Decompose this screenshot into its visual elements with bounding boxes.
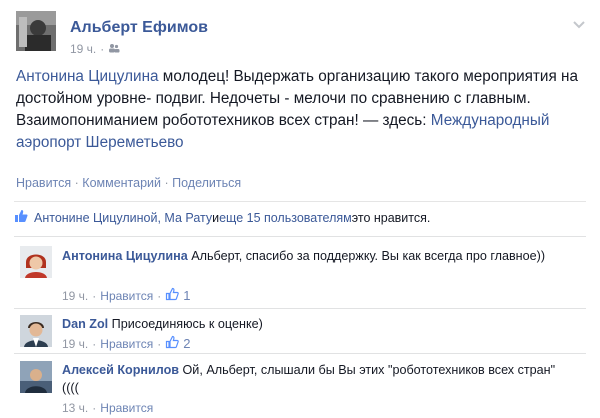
likes-summary: Антонине Цицулиной, Ма Рату и еще 15 пол… [14, 201, 586, 233]
comment-author[interactable]: Dan Zol [62, 317, 108, 331]
likes-and: и [212, 210, 220, 225]
comment-like-count[interactable]: 1 [183, 288, 190, 303]
comment-time[interactable]: 13 ч. [62, 401, 88, 415]
author-avatar[interactable] [16, 11, 56, 51]
separator: · [92, 336, 97, 351]
comment-time[interactable]: 19 ч. [62, 289, 88, 303]
post-meta: 19 ч. · [70, 42, 120, 56]
post-actions: Нравится · Комментарий · Поделиться [16, 176, 241, 190]
comment-like-button[interactable]: Нравится [100, 337, 153, 351]
comment: Dan Zol Присоединяюсь к оценке) 19 ч. · … [14, 308, 586, 353]
thumbs-up-icon [14, 209, 28, 226]
separator: · [92, 288, 97, 303]
comment-text: Присоединяюсь к оценке) [108, 317, 263, 331]
author-name[interactable]: Альберт Ефимов [70, 19, 208, 37]
comment-body: Антонина Цицулина Альберт, спасибо за по… [62, 247, 572, 265]
likers-others[interactable]: еще 15 пользователям [219, 211, 352, 225]
comment-text: Альберт, спасибо за поддержку. Вы как вс… [187, 249, 546, 263]
comment-like-button[interactable]: Нравится [100, 401, 153, 415]
comment-meta: 19 ч. · Нравится · 2 [62, 335, 190, 352]
like-button[interactable]: Нравится [16, 176, 71, 190]
feed-post: Альберт Ефимов 19 ч. · Антонина Цицулина… [0, 0, 600, 418]
share-button[interactable]: Поделиться [172, 176, 241, 190]
separator: · [100, 42, 105, 56]
thumbs-up-outline-icon[interactable] [165, 287, 180, 304]
likers-names[interactable]: Антонине Цицулиной, Ма Рату [34, 211, 212, 225]
mention-link[interactable]: Антонина Цицулина [16, 68, 159, 85]
separator: · [157, 288, 162, 303]
likes-suffix: это нравится. [351, 210, 431, 225]
comment-like-count[interactable]: 2 [183, 336, 190, 351]
post-text: Антонина Цицулина молодец! Выдержать орг… [16, 66, 588, 154]
comment: Алексей Корнилов Ой, Альберт, слышали бы… [14, 353, 586, 418]
comment-button[interactable]: Комментарий [82, 176, 161, 190]
comment-time[interactable]: 19 ч. [62, 337, 88, 351]
comment-body: Алексей Корнилов Ой, Альберт, слышали бы… [62, 361, 572, 397]
post-time[interactable]: 19 ч. [70, 42, 96, 56]
comment: Антонина Цицулина Альберт, спасибо за по… [14, 236, 586, 308]
comment-body: Dan Zol Присоединяюсь к оценке) [62, 315, 572, 333]
thumbs-up-outline-icon[interactable] [165, 335, 180, 352]
separator: · [92, 401, 97, 415]
friends-icon[interactable] [108, 42, 120, 56]
separator: · [157, 336, 162, 351]
comment-author[interactable]: Алексей Корнилов [62, 363, 179, 377]
avatar[interactable] [20, 315, 52, 347]
comment-meta: 13 ч. · Нравится [62, 401, 153, 415]
separator: · [161, 176, 173, 190]
separator: · [71, 176, 83, 190]
avatar[interactable] [20, 361, 52, 393]
comment-like-button[interactable]: Нравится [100, 289, 153, 303]
comment-author[interactable]: Антонина Цицулина [62, 249, 188, 263]
comment-meta: 19 ч. · Нравится · 1 [62, 287, 190, 304]
chevron-down-icon[interactable] [572, 17, 586, 29]
avatar[interactable] [20, 246, 52, 278]
